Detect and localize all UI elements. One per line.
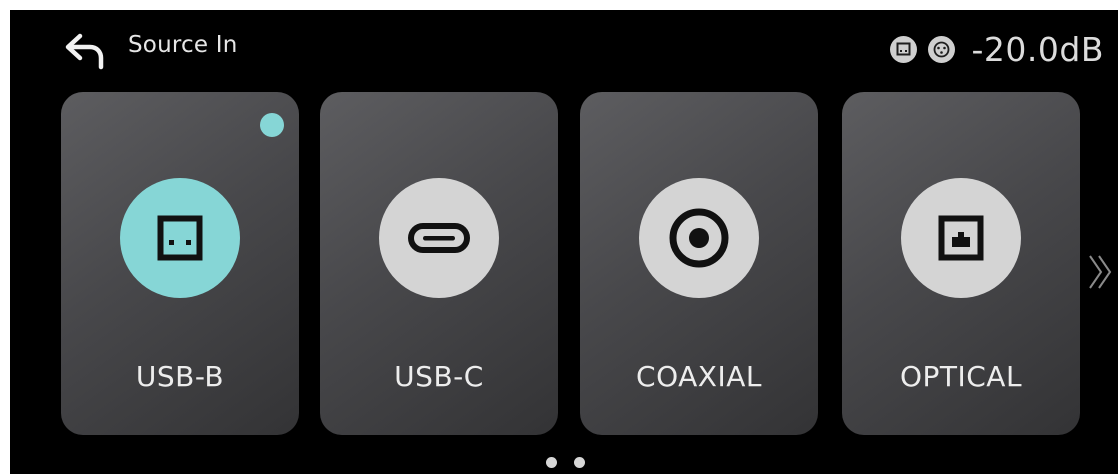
source-card-coaxial[interactable]: COAXIAL — [580, 92, 818, 435]
source-card-usb-b[interactable]: USB-B — [61, 92, 299, 435]
source-label: OPTICAL — [899, 360, 1023, 393]
page-title: Source In — [128, 32, 238, 58]
source-label: COAXIAL — [636, 360, 762, 393]
source-card-optical[interactable]: OPTICAL — [842, 92, 1080, 435]
source-card-usb-c[interactable]: USB-C — [320, 92, 558, 435]
usb-b-icon — [120, 178, 240, 298]
coaxial-icon — [639, 178, 759, 298]
volume-readout: -20.0dB — [971, 29, 1104, 69]
source-label: USB-C — [394, 360, 484, 393]
selected-indicator — [260, 113, 284, 137]
xlr-status-icon — [927, 35, 955, 63]
page-dot-2[interactable] — [574, 457, 585, 468]
back-arrow-icon[interactable] — [60, 30, 108, 74]
page-indicator — [546, 457, 602, 468]
optical-icon — [901, 178, 1021, 298]
chevron-right-icon[interactable] — [1088, 250, 1114, 294]
usb-c-icon — [379, 178, 499, 298]
usb-b-status-icon — [889, 35, 917, 63]
source-label: USB-B — [135, 360, 225, 393]
page-dot-1[interactable] — [546, 457, 557, 468]
status-bar: -20.0dB — [889, 27, 1104, 71]
source-in-screen: Source In -20.0dB USB-B USB-C COAXIAL OP… — [10, 10, 1118, 474]
